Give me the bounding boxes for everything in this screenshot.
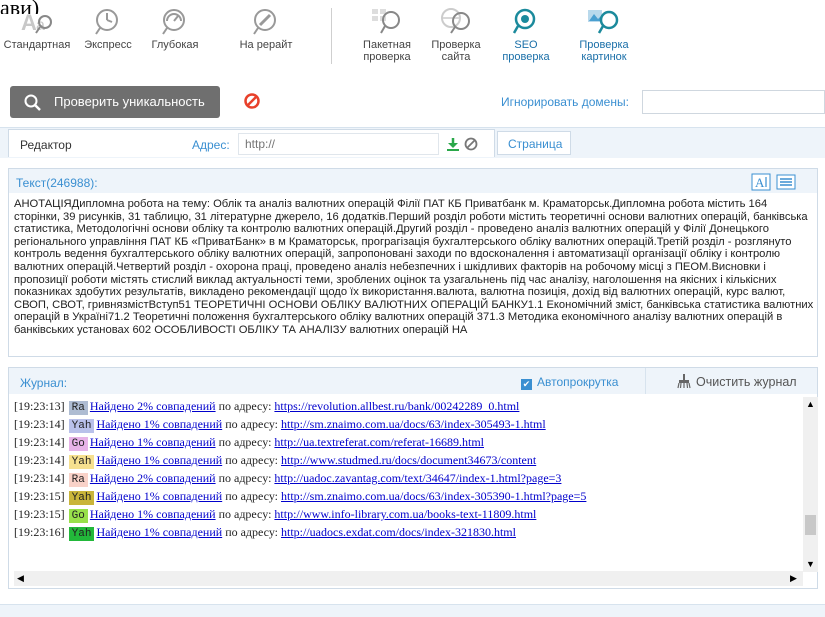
engine-badge: Go (68, 509, 88, 523)
log-mid-text: по адресу: (222, 489, 282, 503)
log-time: [19:23:13] (14, 399, 65, 413)
match-link[interactable]: Найдено 2% совпадений (90, 471, 216, 485)
log-row: [19:23:14] Yah Найдено 1% совпадений по ад… (14, 415, 804, 433)
tool-batch[interactable]: Пакетная проверка (352, 6, 422, 63)
globe-search-icon (441, 8, 470, 34)
vertical-scrollbar[interactable]: ▲ ▼ (803, 397, 818, 572)
log-time: [19:23:15] (14, 507, 65, 521)
bottom-bar (0, 604, 825, 617)
url-link[interactable]: http://ua.textreferat.com/referat-16689.… (274, 435, 484, 449)
aa-letters-icon: A a (21, 10, 52, 35)
tab-page[interactable]: Страница (497, 131, 571, 155)
check-icon: ✔ (521, 379, 532, 390)
url-link[interactable]: http://www.info-library.com.ua/books-tex… (274, 507, 536, 521)
tool-express[interactable]: Экспресс (73, 6, 143, 51)
engine-badge: Yah (68, 455, 95, 469)
svg-text:A: A (755, 175, 765, 190)
svg-text:A: A (21, 10, 37, 35)
scroll-thumb[interactable] (805, 515, 816, 535)
log-time: [19:23:14] (14, 435, 65, 449)
horizontal-scrollbar[interactable]: ◀ ▶ (14, 571, 803, 586)
url-link[interactable]: http://uadoc.zavantag.com/text/34647/ind… (274, 471, 561, 485)
url-link[interactable]: http://www.studmed.ru/docs/document34673… (281, 453, 536, 467)
engine-badge: Ra (68, 401, 88, 415)
broom-icon (677, 374, 691, 389)
image-search-icon (588, 10, 619, 34)
match-link[interactable]: Найдено 1% совпадений (90, 507, 216, 521)
view-mode-icons[interactable]: A (751, 173, 797, 191)
log-row: [19:23:16] Yah Найдено 1% совпадений по ад… (14, 523, 804, 541)
log-mid-text: по адресу: (222, 525, 282, 539)
match-link[interactable]: Найдено 1% совпадений (96, 525, 222, 539)
clock-icon (95, 9, 118, 35)
log-row: [19:23:14] Ra Найдено 2% совпадений по адр… (14, 469, 804, 487)
log-mid-text: по адресу: (215, 399, 275, 413)
log-time: [19:23:14] (14, 417, 65, 431)
check-uniqueness-button[interactable]: Проверить уникальность (10, 86, 220, 118)
scroll-right-icon[interactable]: ▶ (790, 573, 797, 584)
address-input[interactable] (238, 133, 439, 155)
tool-deep[interactable]: Глубокая (140, 6, 210, 51)
engine-badge: Yah (68, 491, 95, 505)
match-link[interactable]: Найдено 1% совпадений (96, 489, 222, 503)
pencil-icon (253, 9, 276, 35)
log-time: [19:23:16] (14, 525, 65, 539)
tab-editor-label: Редактор (20, 138, 72, 152)
log-mid-text: по адресу: (215, 435, 275, 449)
engine-badge: Go (68, 437, 88, 451)
tool-standard[interactable]: A a Стандартная (2, 6, 72, 51)
url-link[interactable]: http://sm.znaimo.com.ua/docs/63/index-30… (281, 489, 586, 503)
log-time: [19:23:14] (14, 471, 65, 485)
match-link[interactable]: Найдено 1% совпадений (96, 453, 222, 467)
tool-images[interactable]: Проверка картинок (569, 6, 639, 63)
clear-address-icon[interactable] (464, 137, 478, 151)
engine-badge: Yah (68, 419, 95, 433)
tool-seo[interactable]: SEO проверка (491, 6, 561, 63)
cancel-icon[interactable] (243, 92, 261, 110)
search-icon (24, 94, 41, 111)
log-row: [19:23:15] Yah Найдено 1% совпадений по ад… (14, 487, 804, 505)
log-mid-text: по адресу: (222, 453, 282, 467)
scroll-down-icon[interactable]: ▼ (806, 559, 815, 569)
text-panel-title: Текст(246988): (16, 176, 98, 190)
engine-badge: Yah (68, 527, 95, 541)
clear-log-button[interactable]: Очистить журнал (645, 368, 818, 394)
log-list: [19:23:13] Ra Найдено 2% совпадений по адр… (14, 397, 804, 571)
match-link[interactable]: Найдено 1% совпадений (90, 435, 216, 449)
url-link[interactable]: https://revolution.allbest.ru/bank/00242… (274, 399, 519, 413)
match-link[interactable]: Найдено 1% совпадений (96, 417, 222, 431)
seo-search-icon (512, 8, 536, 34)
text-panel-header (9, 169, 817, 193)
log-mid-text: по адресу: (215, 471, 275, 485)
log-row: [19:23:13] Ra Найдено 2% совпадений по адр… (14, 397, 804, 415)
log-time: [19:23:15] (14, 489, 65, 503)
tool-site[interactable]: Проверка сайта (421, 6, 491, 63)
scroll-up-icon[interactable]: ▲ (806, 399, 815, 409)
text-content[interactable]: АНОТАЦІЯДипломна робота на тему: Облік т… (14, 198, 814, 356)
log-mid-text: по адресу: (215, 507, 275, 521)
log-mid-text: по адресу: (222, 417, 282, 431)
gauge-icon (162, 9, 185, 35)
log-row: [19:23:14] Go Найдено 1% совпадений по адр… (14, 433, 804, 451)
tool-rewrite[interactable]: На рерайт (231, 6, 301, 51)
autoscroll-checkbox[interactable]: ✔ Автопрокрутка (521, 375, 618, 390)
engine-badge: Ra (68, 473, 88, 487)
ignore-domains-label: Игнорировать домены: (501, 95, 629, 109)
download-icon[interactable] (446, 137, 460, 151)
match-link[interactable]: Найдено 2% совпадений (90, 399, 216, 413)
log-row: [19:23:15] Go Найдено 1% совпадений по адр… (14, 505, 804, 523)
batch-search-icon (372, 9, 400, 34)
url-link[interactable]: http://uadocs.exdat.com/docs/index-32183… (281, 525, 516, 539)
toolbar-divider (331, 8, 332, 64)
log-time: [19:23:14] (14, 453, 65, 467)
log-title: Журнал: (20, 376, 68, 390)
address-label: Адрес: (192, 138, 230, 152)
toolbar: A a Стандартная Экспресс Глубокая На рер… (0, 0, 825, 80)
scroll-left-icon[interactable]: ◀ (17, 573, 24, 584)
url-link[interactable]: http://sm.znaimo.com.ua/docs/63/index-30… (281, 417, 546, 431)
ignore-domains-input[interactable] (642, 90, 825, 114)
log-row: [19:23:14] Yah Найдено 1% совпадений по ад… (14, 451, 804, 469)
